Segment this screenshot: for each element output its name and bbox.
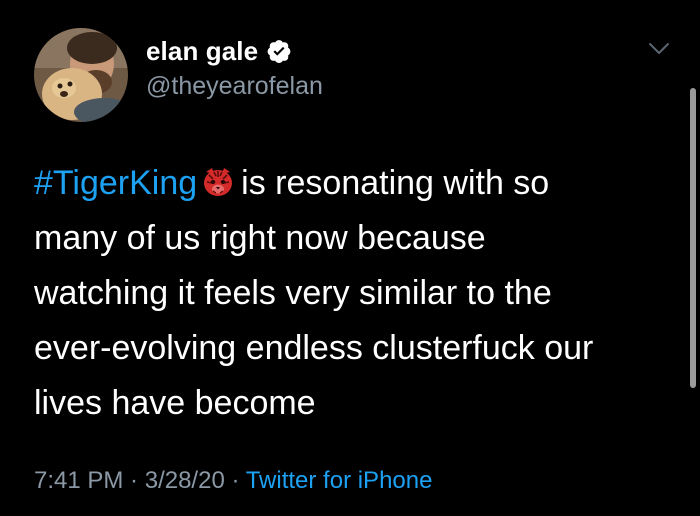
tweet-metadata: 7:41 PM · 3/28/20 · Twitter for iPhone bbox=[34, 467, 432, 495]
meta-separator: · bbox=[224, 467, 246, 494]
tweet-time[interactable]: 7:41 PM bbox=[34, 467, 123, 494]
avatar-image bbox=[34, 28, 128, 122]
meta-separator: · bbox=[123, 467, 145, 494]
tiger-face-emoji-icon bbox=[201, 161, 235, 196]
verified-badge-icon bbox=[266, 38, 292, 64]
tweet-card: elan gale @theyearofelan #TigerKing is r… bbox=[0, 0, 700, 516]
author-name-row[interactable]: elan gale bbox=[146, 35, 292, 67]
tweet-text-line4: ever-evolving endless clusterfuck our bbox=[34, 329, 594, 367]
display-name[interactable]: elan gale bbox=[146, 36, 258, 67]
author-handle[interactable]: @theyearofelan bbox=[146, 72, 323, 101]
scrollbar[interactable] bbox=[690, 88, 696, 388]
tweet-text-line3: watching it feels very similar to the bbox=[34, 274, 552, 312]
hashtag-link[interactable]: #TigerKing bbox=[34, 164, 197, 202]
avatar[interactable] bbox=[34, 28, 128, 122]
tweet-text-line1: is resonating with so bbox=[241, 164, 550, 202]
tweet-source-link[interactable]: Twitter for iPhone bbox=[246, 467, 433, 494]
chevron-down-icon[interactable] bbox=[648, 42, 670, 56]
tweet-body: #TigerKing is resonating with so many of… bbox=[34, 156, 674, 431]
tweet-text-line5: lives have become bbox=[34, 384, 316, 422]
tweet-text-line2: many of us right now because bbox=[34, 219, 486, 257]
tweet-date[interactable]: 3/28/20 bbox=[145, 467, 225, 494]
